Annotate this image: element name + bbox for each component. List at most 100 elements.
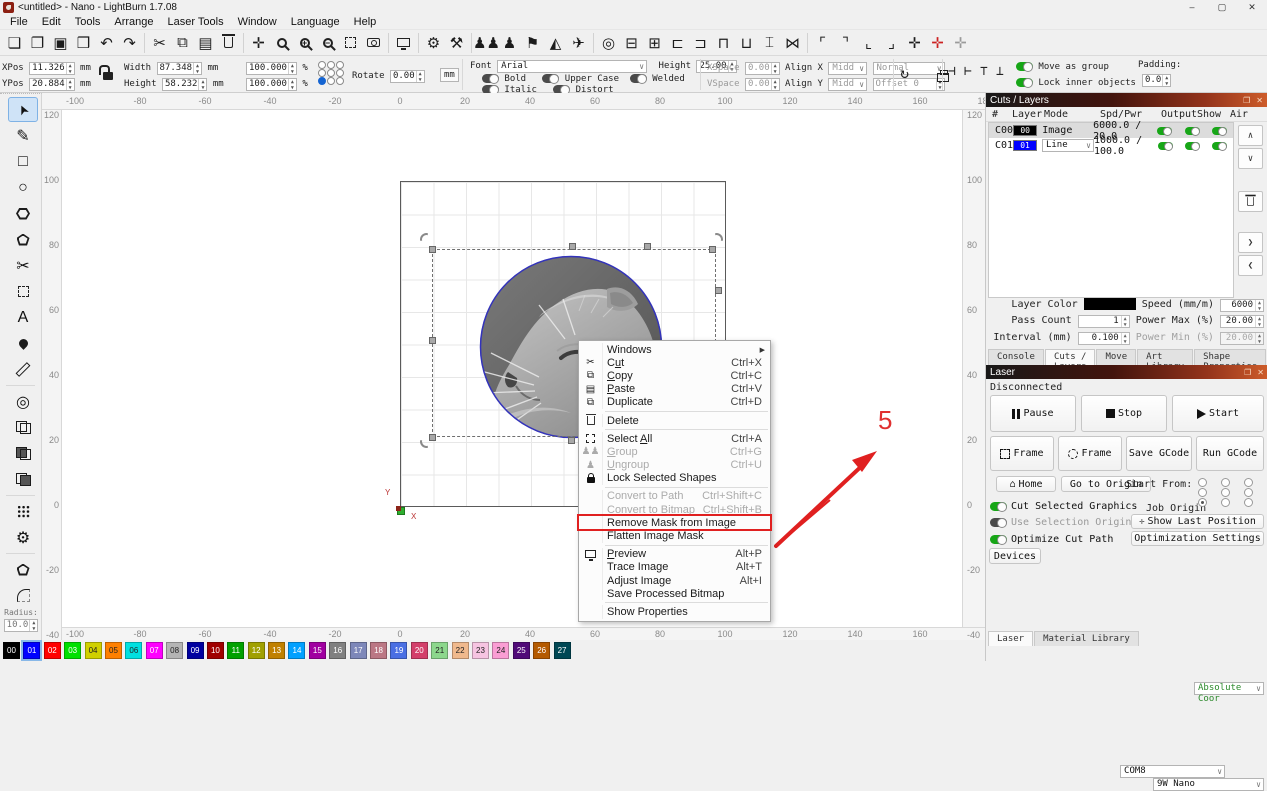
measure-tool[interactable] (8, 357, 38, 382)
palette-color-24[interactable]: 24 (492, 642, 509, 659)
menu-window[interactable]: Window (231, 15, 284, 29)
menu-item-lock-selected-shapes[interactable]: Lock Selected Shapes (579, 472, 770, 485)
copy-icon[interactable]: ⧉ (171, 32, 194, 54)
com-port-combo[interactable]: COM8 (1120, 765, 1225, 778)
boolean-subtract-tool[interactable] (8, 441, 38, 466)
job-origin-radio[interactable] (1221, 498, 1230, 507)
save-gcode-button[interactable]: Save GCode (1126, 436, 1192, 471)
star-shape-tool[interactable] (8, 227, 38, 252)
close-panel-icon[interactable]: ✕ (1257, 368, 1264, 377)
open-file-icon[interactable]: ❐ (26, 32, 49, 54)
palette-color-25[interactable]: 25 (513, 642, 530, 659)
selection-handle[interactable] (429, 434, 436, 441)
job-origin-radio[interactable] (1244, 498, 1253, 507)
show-toggle[interactable] (1179, 127, 1206, 135)
refresh-text-icon[interactable]: ↻ (900, 64, 909, 82)
machine-settings-icon[interactable]: ⚒ (445, 32, 468, 54)
selection-handle[interactable] (644, 243, 651, 250)
selection-handle[interactable] (569, 243, 576, 250)
menu-item-adjust-image[interactable]: Adjust ImageAlt+I (579, 574, 770, 587)
palette-color-22[interactable]: 22 (452, 642, 469, 659)
boolean-union-tool[interactable] (8, 415, 38, 440)
paste-icon[interactable]: ▤ (194, 32, 217, 54)
import-file-icon[interactable]: ❒ (72, 32, 95, 54)
rectangle-tool[interactable]: □ (8, 149, 38, 174)
radius-input[interactable]: 10.0▲▼ (4, 619, 39, 632)
pause-button[interactable]: Pause (990, 395, 1076, 432)
menu-arrange[interactable]: Arrange (107, 15, 160, 29)
image-mask-tool[interactable]: ◎ (8, 389, 38, 414)
move-laser-icon[interactable]: ✛ (949, 32, 972, 54)
send-to-laser-icon[interactable]: ⚑ (521, 32, 544, 54)
column-header-show[interactable]: Show (1194, 109, 1224, 120)
mode-combo[interactable]: Line (1042, 139, 1094, 152)
menu-edit[interactable]: Edit (35, 15, 68, 29)
two-point-move-icon[interactable]: ⌜ (811, 32, 834, 54)
redo-icon[interactable]: ↷ (118, 32, 141, 54)
yspace-input[interactable]: 0.00▲▼ (745, 78, 780, 91)
width-scale-input[interactable]: 100.000▲▼ (246, 62, 297, 75)
cuts-layers-titlebar[interactable]: Cuts / Layers ❐✕ (986, 93, 1267, 107)
pass-count-input[interactable]: 1▲▼ (1078, 315, 1130, 328)
frame-selection-icon[interactable] (339, 32, 362, 54)
show-toggle[interactable] (1179, 142, 1206, 150)
apply-path-tool[interactable] (8, 557, 38, 582)
new-file-icon[interactable]: ❏ (3, 32, 26, 54)
air-toggle[interactable] (1206, 142, 1233, 150)
palette-color-01[interactable]: 01 (23, 642, 40, 659)
device-combo[interactable]: 9W Nano (1153, 778, 1264, 791)
speed-input[interactable]: 6000▲▼ (1220, 299, 1264, 312)
boolean-intersect-tool[interactable] (8, 467, 38, 492)
palette-color-03[interactable]: 03 (64, 642, 81, 659)
palette-color-21[interactable]: 21 (431, 642, 448, 659)
devices-button[interactable]: Devices (989, 548, 1041, 564)
units-button[interactable]: mm (440, 68, 459, 82)
selection-handle[interactable] (709, 246, 716, 253)
float-panel-icon[interactable]: ❐ (1244, 368, 1251, 377)
minimize-button[interactable]: – (1177, 0, 1207, 15)
selection-handle[interactable] (715, 287, 722, 294)
align-top-icon[interactable]: ⊓ (712, 32, 735, 54)
layer-up-button[interactable]: ∧ (1238, 125, 1263, 146)
menu-item-ungroup[interactable]: ♟UngroupCtrl+U (579, 459, 770, 472)
rotate-input[interactable]: 0.00▲▼ (390, 70, 425, 83)
corner-br-icon[interactable]: ⌟ (880, 32, 903, 54)
palette-color-23[interactable]: 23 (472, 642, 489, 659)
menu-tools[interactable]: Tools (68, 15, 108, 29)
menu-item-cut[interactable]: ✂CutCtrl+X (579, 356, 770, 369)
tab-material-library[interactable]: Material Library (1034, 631, 1139, 646)
ungroup-icon[interactable]: ♟ (498, 32, 521, 54)
nest-bottom-icon[interactable]: ⊥ (996, 64, 1004, 79)
align-center-icon[interactable]: ⊞ (643, 32, 666, 54)
object-origin-selector[interactable] (318, 61, 345, 85)
menu-item-show-properties[interactable]: Show Properties (579, 605, 770, 618)
menu-help[interactable]: Help (347, 15, 384, 29)
flip-horizontal-icon[interactable]: ◭ (544, 32, 567, 54)
focus-laser-icon[interactable]: ◎ (597, 32, 620, 54)
menu-item-group[interactable]: ♟♟GroupCtrl+G (579, 445, 770, 458)
settings-gear-icon[interactable]: ⚙ (422, 32, 445, 54)
air-toggle[interactable] (1206, 127, 1233, 135)
float-panel-icon[interactable]: ❐ (1243, 96, 1250, 105)
menu-item-flatten-image-mask[interactable]: Flatten Image Mask (579, 529, 770, 542)
pan-icon[interactable]: ✛ (247, 32, 270, 54)
menu-language[interactable]: Language (284, 15, 347, 29)
menu-item-copy[interactable]: ⧉CopyCtrl+C (579, 369, 770, 382)
palette-color-16[interactable]: 16 (329, 642, 346, 659)
frame-rubber-button[interactable]: Frame (1058, 436, 1122, 471)
palette-color-20[interactable]: 20 (411, 642, 428, 659)
polygon-tool[interactable] (8, 201, 38, 226)
offset-shapes-tool[interactable] (8, 279, 38, 304)
layer-color-chip[interactable]: 00 (1013, 125, 1042, 136)
selection-handle[interactable] (429, 246, 436, 253)
close-button[interactable]: ✕ (1237, 0, 1267, 15)
xpos-input[interactable]: 11.326▲▼ (29, 62, 75, 75)
menu-item-trace-image[interactable]: Trace ImageAlt+T (579, 561, 770, 574)
delete-icon[interactable] (217, 32, 240, 54)
palette-color-08[interactable]: 08 (166, 642, 183, 659)
layer-mode[interactable]: Line (1042, 139, 1094, 152)
column-header-mode[interactable]: Mode (1044, 109, 1100, 120)
start-from-combo[interactable]: Absolute Coor (1194, 682, 1264, 695)
job-origin-radio[interactable] (1221, 478, 1230, 487)
ellipse-tool[interactable]: ○ (8, 175, 38, 200)
